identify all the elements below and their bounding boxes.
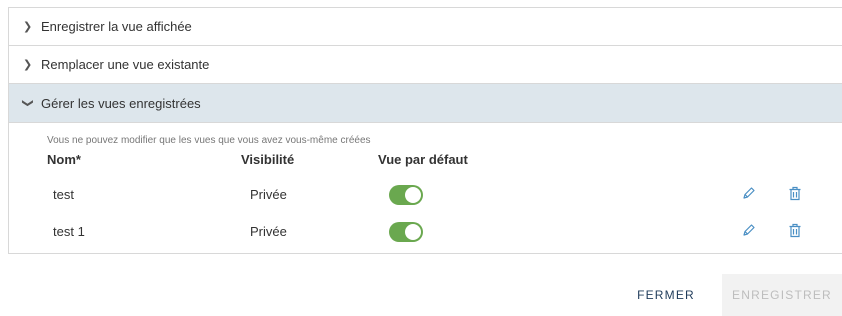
default-view-toggle[interactable] [389, 222, 423, 242]
pencil-icon[interactable] [740, 184, 758, 202]
views-accordion: ❯ Enregistrer la vue affichée ❯ Remplace… [8, 7, 842, 254]
chevron-right-icon: ❯ [23, 21, 33, 33]
section-label: Gérer les vues enregistrées [41, 95, 201, 111]
chevron-down-icon: ❯ [21, 98, 34, 108]
view-visibility: Privée [250, 224, 287, 239]
trash-icon[interactable] [786, 221, 804, 239]
section-replace-existing-view[interactable]: ❯ Remplacer une vue existante [9, 46, 842, 84]
section-save-current-view[interactable]: ❯ Enregistrer la vue affichée [9, 8, 842, 46]
column-header-default: Vue par défaut [378, 152, 468, 167]
section-label: Remplacer une vue existante [41, 57, 210, 72]
pencil-icon[interactable] [740, 221, 758, 239]
default-view-toggle[interactable] [389, 185, 423, 205]
manage-views-panel: Vous ne pouvez modifier que les vues que… [9, 123, 842, 253]
edit-restriction-hint: Vous ne pouvez modifier que les vues que… [47, 135, 371, 146]
trash-icon[interactable] [786, 184, 804, 202]
save-button[interactable]: ENREGISTRER [722, 274, 842, 316]
section-manage-saved-views[interactable]: ❯ Gérer les vues enregistrées [9, 84, 842, 123]
view-visibility: Privée [250, 187, 287, 202]
chevron-right-icon: ❯ [23, 59, 33, 71]
column-header-name: Nom* [47, 152, 81, 167]
close-button[interactable]: FERMER [620, 274, 712, 316]
view-name: test [53, 187, 74, 202]
section-label: Enregistrer la vue affichée [41, 19, 192, 34]
view-name: test 1 [53, 224, 85, 239]
column-header-visibility: Visibilité [241, 152, 295, 167]
